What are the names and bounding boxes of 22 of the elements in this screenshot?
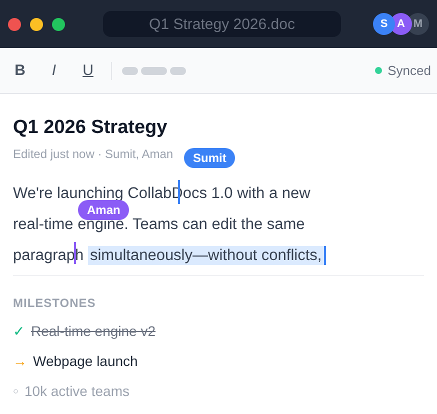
close-button[interactable] [8,18,21,30]
milestone-item: Webpage launch [33,352,138,370]
milestone-item: 10k active teams [24,382,130,400]
milestone-item: Real-time engine v2 [31,322,156,340]
section-heading: MILESTONES [13,296,97,310]
status-icon: → [13,352,27,370]
cursor-label: Sumit [184,148,236,168]
sync-status: Synced [388,63,431,78]
maximize-button[interactable] [52,18,65,30]
format-button[interactable]: I [43,62,65,79]
document-title: Q1 2026 Strategy [13,116,168,140]
status-dot-icon [374,67,382,74]
user-avatar[interactable]: S [373,13,395,35]
placeholder-drawing [122,66,186,74]
format-button[interactable]: U [77,62,99,79]
format-button[interactable]: B [9,62,31,79]
edit-info: Edited just now · Sumit, Aman [13,146,174,162]
status-icon: ✓ [13,322,25,340]
cursor-label: Aman [78,200,130,220]
minimize-button[interactable] [30,18,43,30]
status-icon: ○ [13,382,18,400]
document-name: Q1 Strategy 2026.doc [103,11,341,37]
